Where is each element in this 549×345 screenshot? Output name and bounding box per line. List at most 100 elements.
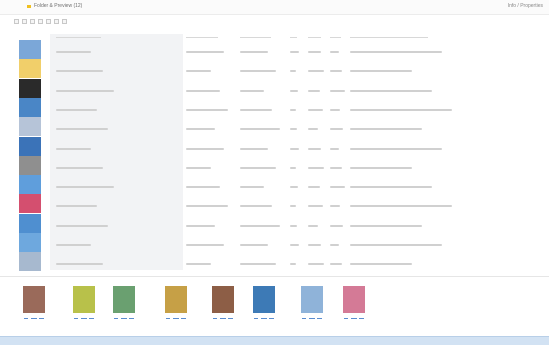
table-cell: [240, 244, 268, 246]
table-cell: [290, 205, 296, 207]
folder-icon: [27, 5, 31, 8]
strip-thumbnail[interactable]: [340, 286, 368, 326]
column-header-1[interactable]: [56, 37, 101, 38]
strip-thumbnail[interactable]: [20, 286, 48, 326]
column-header-3[interactable]: [240, 37, 271, 38]
table-cell: [240, 263, 276, 265]
table-cell: [290, 148, 299, 150]
strip-caption: [22, 315, 46, 322]
table-cell: [330, 263, 342, 265]
strip-thumbnail[interactable]: [110, 286, 138, 326]
video-icon[interactable]: [19, 79, 41, 98]
table-cell: [290, 167, 296, 169]
toolbar-button-6[interactable]: [54, 19, 59, 24]
info-link[interactable]: Info / Properties: [508, 3, 543, 9]
toolbar-button-4[interactable]: [38, 19, 43, 24]
person-photo-icon: [73, 286, 95, 313]
table-cell: [56, 51, 91, 53]
column-header-2[interactable]: [186, 37, 218, 38]
document-icon[interactable]: [19, 214, 41, 233]
table-cell: [186, 186, 220, 188]
strip-thumbnail[interactable]: [209, 286, 237, 326]
table-cell: [240, 186, 264, 188]
table-cell: [350, 205, 452, 207]
table-row[interactable]: [50, 62, 544, 81]
table-row[interactable]: [50, 236, 544, 255]
table-cell: [290, 51, 299, 53]
table-cell: [56, 109, 97, 111]
table-cell: [56, 70, 103, 72]
table-cell: [350, 263, 412, 265]
document-icon[interactable]: [19, 194, 41, 213]
table-row[interactable]: [50, 82, 544, 101]
chart-icon[interactable]: [19, 233, 41, 252]
table-cell: [186, 70, 211, 72]
table-cell: [290, 90, 298, 92]
photo-icon[interactable]: [19, 98, 41, 117]
table-cell: [308, 109, 323, 111]
strip-thumbnail[interactable]: [298, 286, 326, 326]
toolbar-button-2[interactable]: [22, 19, 27, 24]
table-cell: [290, 225, 297, 227]
table-cell: [186, 109, 228, 111]
app-window: Folder & Preview (12) Info / Properties: [0, 0, 549, 345]
table-cell: [308, 167, 324, 169]
window-title: Folder & Preview (12): [34, 3, 83, 9]
thumbnail-column: [14, 34, 44, 271]
table-cell: [330, 51, 339, 53]
table-row[interactable]: [50, 255, 544, 274]
table-row[interactable]: [50, 197, 544, 216]
column-header-6[interactable]: [330, 37, 341, 38]
strip-caption: [112, 315, 136, 322]
strip-caption: [342, 315, 366, 322]
table-cell: [56, 205, 97, 207]
table-cell: [186, 167, 211, 169]
column-header-5[interactable]: [308, 37, 321, 38]
table-cell: [350, 225, 422, 227]
table-cell: [330, 205, 340, 207]
table-cell: [240, 70, 276, 72]
document-icon[interactable]: [19, 40, 41, 59]
table-cell: [240, 225, 280, 227]
strip-thumbnail[interactable]: [162, 286, 190, 326]
table-cell: [350, 70, 412, 72]
chart-icon[interactable]: [19, 175, 41, 194]
table-cell: [350, 244, 442, 246]
table-row[interactable]: [50, 101, 544, 120]
person-photo-icon: [23, 286, 45, 313]
toolbar-button-5[interactable]: [46, 19, 51, 24]
photo-icon: [253, 286, 275, 313]
table-cell: [308, 263, 324, 265]
column-header-4[interactable]: [290, 37, 297, 38]
table-cell: [186, 225, 215, 227]
table-cell: [186, 244, 224, 246]
table-row[interactable]: [50, 159, 544, 178]
document-icon[interactable]: [19, 137, 41, 156]
toolbar-button-3[interactable]: [30, 19, 35, 24]
form-icon[interactable]: [19, 117, 41, 136]
table-row[interactable]: [50, 217, 544, 236]
title-bar: Folder & Preview (12) Info / Properties: [0, 0, 549, 15]
table-cell: [330, 244, 339, 246]
table-row[interactable]: [50, 178, 544, 197]
toolbar-button-1[interactable]: [14, 19, 19, 24]
table-cell: [350, 128, 422, 130]
table-cell: [56, 148, 91, 150]
toolbar-button-7[interactable]: [62, 19, 67, 24]
strip-thumbnail[interactable]: [250, 286, 278, 326]
table-row[interactable]: [50, 120, 544, 139]
strip-caption: [211, 315, 235, 322]
table-cell: [290, 263, 296, 265]
table-cell: [56, 167, 103, 169]
column-header-7[interactable]: [350, 37, 428, 38]
image-icon[interactable]: [19, 156, 41, 175]
strip-thumbnail[interactable]: [70, 286, 98, 326]
image-icon[interactable]: [19, 252, 41, 271]
table-cell: [56, 244, 91, 246]
folder-icon[interactable]: [19, 59, 41, 78]
table-cell: [308, 90, 320, 92]
table-cell: [350, 51, 442, 53]
table-row[interactable]: [50, 43, 544, 62]
table-cell: [240, 51, 268, 53]
table-row[interactable]: [50, 140, 544, 159]
